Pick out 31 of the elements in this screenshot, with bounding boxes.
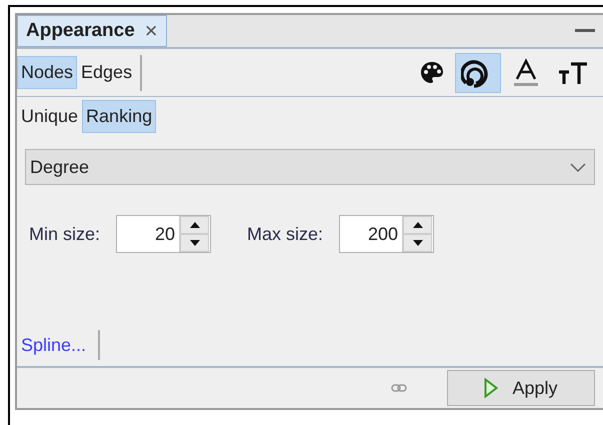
spinner-label: Max size: (247, 222, 324, 246)
up-arrow-icon (190, 222, 200, 228)
mode-tab[interactable]: Unique (17, 100, 82, 132)
spinner-label: Min size: (29, 222, 100, 246)
attribute-dropdown[interactable]: Degree (25, 149, 595, 185)
increment-button[interactable] (403, 216, 432, 234)
decrement-button[interactable] (180, 234, 210, 252)
down-arrow-icon (190, 240, 200, 246)
palette-icon (419, 60, 445, 86)
number-spinner[interactable]: 20 (116, 215, 212, 253)
element-tab[interactable]: Edges (77, 56, 136, 89)
panel-title: Appearance (26, 18, 135, 43)
attribute-tool-button[interactable] (455, 52, 501, 92)
minimize-icon[interactable] (575, 29, 595, 33)
up-arrow-icon (412, 222, 423, 228)
chevron-down-icon (570, 162, 586, 172)
mode-tab[interactable]: Ranking (82, 100, 156, 132)
dropdown-value: Degree (30, 156, 90, 179)
decrement-button[interactable] (403, 234, 432, 252)
number-spinner[interactable]: 200 (339, 215, 434, 253)
play-icon (484, 378, 498, 398)
close-button[interactable]: × (144, 20, 158, 42)
element-tab[interactable]: Nodes (17, 56, 78, 89)
apply-button[interactable]: Apply (447, 370, 595, 406)
text-color-icon (511, 58, 541, 88)
link-icon (391, 384, 407, 392)
panel-tab[interactable]: Appearance × (17, 15, 167, 47)
down-arrow-icon (412, 240, 423, 246)
text-size-icon (557, 60, 589, 86)
spline-link[interactable]: Spline... (21, 332, 86, 358)
increment-button[interactable] (180, 216, 210, 234)
